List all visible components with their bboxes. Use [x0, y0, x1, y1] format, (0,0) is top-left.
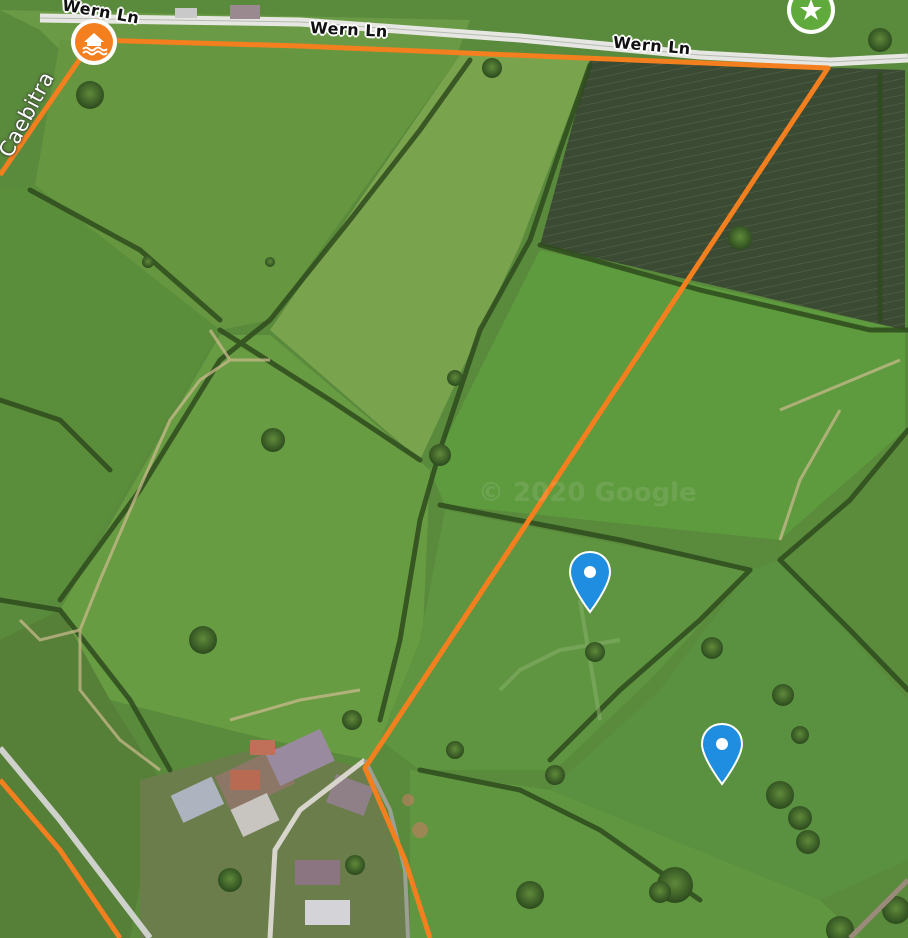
road-label-wern-ln-center: Wern Ln	[309, 17, 389, 42]
location-pin-icon[interactable]	[700, 722, 744, 790]
satellite-map[interactable]: © 2020 Google Wern Ln Wern Ln Wern Ln Ca…	[0, 0, 908, 938]
house-water-icon[interactable]	[68, 18, 120, 70]
location-pin-icon[interactable]	[568, 550, 612, 618]
star-icon[interactable]	[784, 0, 838, 38]
satellite-imagery	[0, 0, 908, 938]
map-attribution: © 2020 Google	[478, 478, 697, 508]
